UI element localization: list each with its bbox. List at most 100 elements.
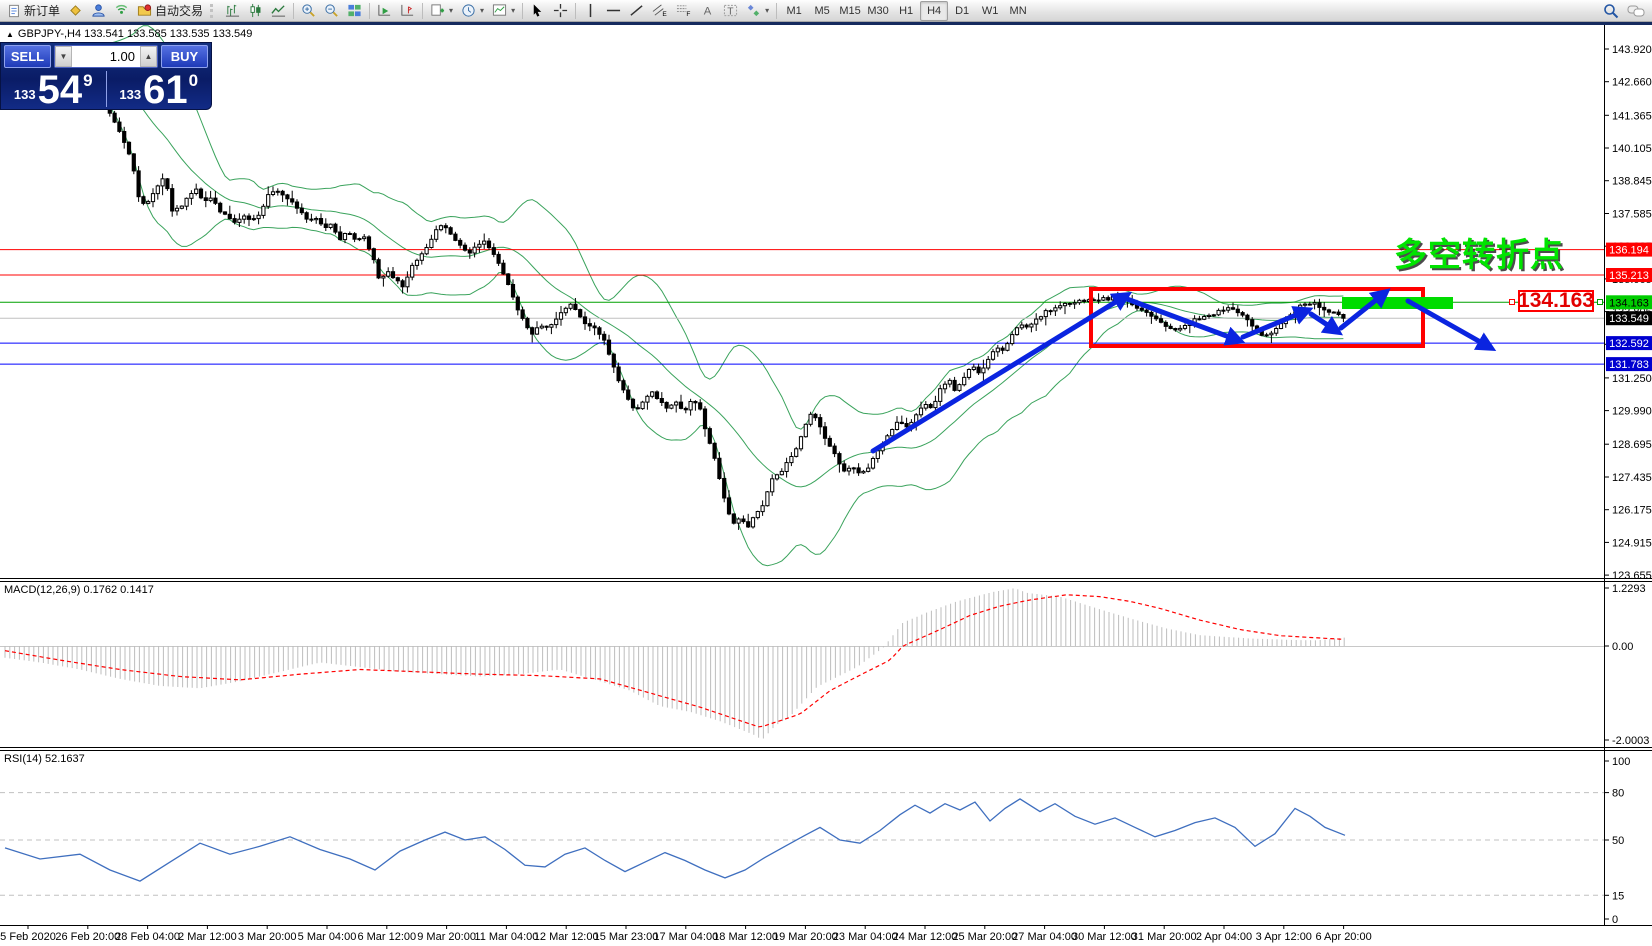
indicators-icon bbox=[492, 3, 507, 18]
community-button[interactable] bbox=[87, 0, 110, 22]
svg-text:17 Mar 04:00: 17 Mar 04:00 bbox=[653, 931, 718, 943]
svg-text:131.783: 131.783 bbox=[1609, 359, 1649, 371]
indicators-button[interactable]: ▾ bbox=[488, 0, 519, 22]
bar-chart-button[interactable] bbox=[221, 0, 244, 22]
price-tag-handle[interactable] bbox=[1509, 299, 1515, 305]
crosshair-button[interactable] bbox=[549, 0, 572, 22]
search-icon bbox=[1603, 3, 1619, 19]
shapes-icon bbox=[746, 3, 761, 18]
ask-price: 133 61 0 bbox=[107, 69, 212, 109]
horizontal-line-button[interactable] bbox=[602, 0, 625, 22]
timeframe-W1[interactable]: W1 bbox=[976, 1, 1004, 21]
chart-shift-button[interactable] bbox=[396, 0, 419, 22]
candle-chart-button[interactable] bbox=[244, 0, 267, 22]
chat-button[interactable] bbox=[1623, 0, 1649, 22]
svg-text:2 Apr 04:00: 2 Apr 04:00 bbox=[1196, 931, 1252, 943]
line-chart-button[interactable] bbox=[267, 0, 290, 22]
timeframe-D1[interactable]: D1 bbox=[948, 1, 976, 21]
svg-text:132.592: 132.592 bbox=[1609, 338, 1649, 350]
volume-up-button[interactable]: ▲ bbox=[140, 46, 157, 67]
tile-windows-icon bbox=[347, 3, 362, 18]
dropdown-arrow-icon: ▾ bbox=[765, 6, 769, 15]
svg-text:124.915: 124.915 bbox=[1612, 537, 1652, 549]
svg-text:A: A bbox=[704, 6, 712, 18]
bid-price: 133 54 9 bbox=[1, 69, 106, 109]
timeframe-M1[interactable]: M1 bbox=[780, 1, 808, 21]
svg-text:5 Mar 04:00: 5 Mar 04:00 bbox=[298, 931, 357, 943]
cursor-button[interactable] bbox=[526, 0, 549, 22]
tile-windows-button[interactable] bbox=[343, 0, 366, 22]
cursor-icon bbox=[530, 3, 545, 18]
svg-text:25 Mar 20:00: 25 Mar 20:00 bbox=[952, 931, 1017, 943]
dropdown-arrow-icon: ▾ bbox=[449, 6, 453, 15]
chart-title: ▲ GBPJPY-,H4 133.541 133.585 133.535 133… bbox=[6, 28, 252, 40]
window-edge bbox=[0, 22, 1652, 25]
trendline-icon bbox=[629, 3, 644, 18]
auto-scroll-icon bbox=[377, 3, 392, 18]
svg-text:15: 15 bbox=[1612, 890, 1624, 902]
history-center-button[interactable] bbox=[64, 0, 87, 22]
volume-value[interactable]: 1.00 bbox=[72, 46, 140, 67]
dropdown-arrow-icon: ▾ bbox=[511, 6, 515, 15]
bid-pip: 9 bbox=[83, 71, 92, 91]
timeframe-M15[interactable]: M15 bbox=[836, 1, 864, 21]
svg-text:12 Mar 12:00: 12 Mar 12:00 bbox=[534, 931, 599, 943]
svg-text:F: F bbox=[686, 11, 690, 18]
svg-text:24 Mar 12:00: 24 Mar 12:00 bbox=[893, 931, 958, 943]
vertical-line-icon bbox=[583, 3, 598, 18]
text-label-button[interactable]: T bbox=[719, 0, 742, 22]
timeframe-MN[interactable]: MN bbox=[1004, 1, 1032, 21]
line-anchor-handle[interactable] bbox=[1597, 299, 1603, 305]
zoom-out-button[interactable] bbox=[320, 0, 343, 22]
timeframe-H1[interactable]: H1 bbox=[892, 1, 920, 21]
sell-button[interactable]: SELL bbox=[4, 45, 51, 68]
zoom-in-button[interactable] bbox=[297, 0, 320, 22]
chat-icon bbox=[1627, 3, 1645, 19]
equidistant-channel-button[interactable]: E bbox=[648, 0, 672, 22]
clock-icon bbox=[461, 3, 476, 18]
text-button[interactable]: A bbox=[696, 0, 719, 22]
svg-text:126.175: 126.175 bbox=[1612, 505, 1652, 517]
volume-down-button[interactable]: ▼ bbox=[55, 46, 72, 67]
timeframe-M5[interactable]: M5 bbox=[808, 1, 836, 21]
chart-canvas[interactable]: 143.920142.660141.365140.105138.845137.5… bbox=[0, 0, 1652, 946]
svg-text:23 Mar 04:00: 23 Mar 04:00 bbox=[833, 931, 898, 943]
ask-quote: 61 bbox=[143, 73, 188, 107]
autotrading-button[interactable]: 自动交易 bbox=[133, 0, 207, 22]
toolbar-separator bbox=[776, 3, 777, 19]
new-chart-icon bbox=[430, 3, 445, 18]
new-chart-button[interactable]: ▾ bbox=[426, 0, 457, 22]
turning-point-annotation[interactable]: 多空转折点 bbox=[1394, 228, 1564, 276]
auto-scroll-button[interactable] bbox=[373, 0, 396, 22]
search-button[interactable] bbox=[1599, 0, 1623, 22]
new-order-button[interactable]: 新订单 bbox=[3, 0, 64, 22]
svg-text:142.660: 142.660 bbox=[1612, 77, 1652, 89]
chart-shift-icon bbox=[400, 3, 415, 18]
vertical-line-button[interactable] bbox=[579, 0, 602, 22]
trendline-button[interactable] bbox=[625, 0, 648, 22]
svg-text:T: T bbox=[727, 6, 734, 17]
timeframe-list: M1M5M15M30H1H4D1W1MN bbox=[780, 1, 1032, 21]
signals-button[interactable] bbox=[110, 0, 133, 22]
rsi-pane-title: RSI(14) 52.1637 bbox=[4, 753, 85, 765]
timeframe-M30[interactable]: M30 bbox=[864, 1, 892, 21]
new-order-label: 新订单 bbox=[24, 2, 60, 19]
shapes-button[interactable]: ▾ bbox=[742, 0, 773, 22]
svg-text:5 Feb 2020: 5 Feb 2020 bbox=[0, 931, 56, 943]
svg-text:135.213: 135.213 bbox=[1609, 270, 1649, 282]
buy-button[interactable]: BUY bbox=[161, 45, 208, 68]
autotrading-icon bbox=[137, 3, 152, 18]
profiles-button[interactable]: ▾ bbox=[457, 0, 488, 22]
chart-title-text: GBPJPY-,H4 133.541 133.585 133.535 133.5… bbox=[18, 28, 252, 40]
svg-text:28 Feb 04:00: 28 Feb 04:00 bbox=[115, 931, 180, 943]
svg-text:100: 100 bbox=[1612, 756, 1630, 768]
svg-text:1.2293: 1.2293 bbox=[1612, 583, 1646, 595]
signal-icon bbox=[114, 3, 129, 18]
text-icon: A bbox=[700, 3, 715, 18]
horizontal-line-icon bbox=[606, 3, 621, 18]
timeframe-H4[interactable]: H4 bbox=[920, 1, 948, 21]
fibonacci-button[interactable]: F bbox=[672, 0, 696, 22]
toolbar-separator bbox=[293, 3, 294, 19]
svg-text:18 Mar 12:00: 18 Mar 12:00 bbox=[713, 931, 778, 943]
price-tag-label[interactable]: 134.163 bbox=[1518, 290, 1594, 312]
